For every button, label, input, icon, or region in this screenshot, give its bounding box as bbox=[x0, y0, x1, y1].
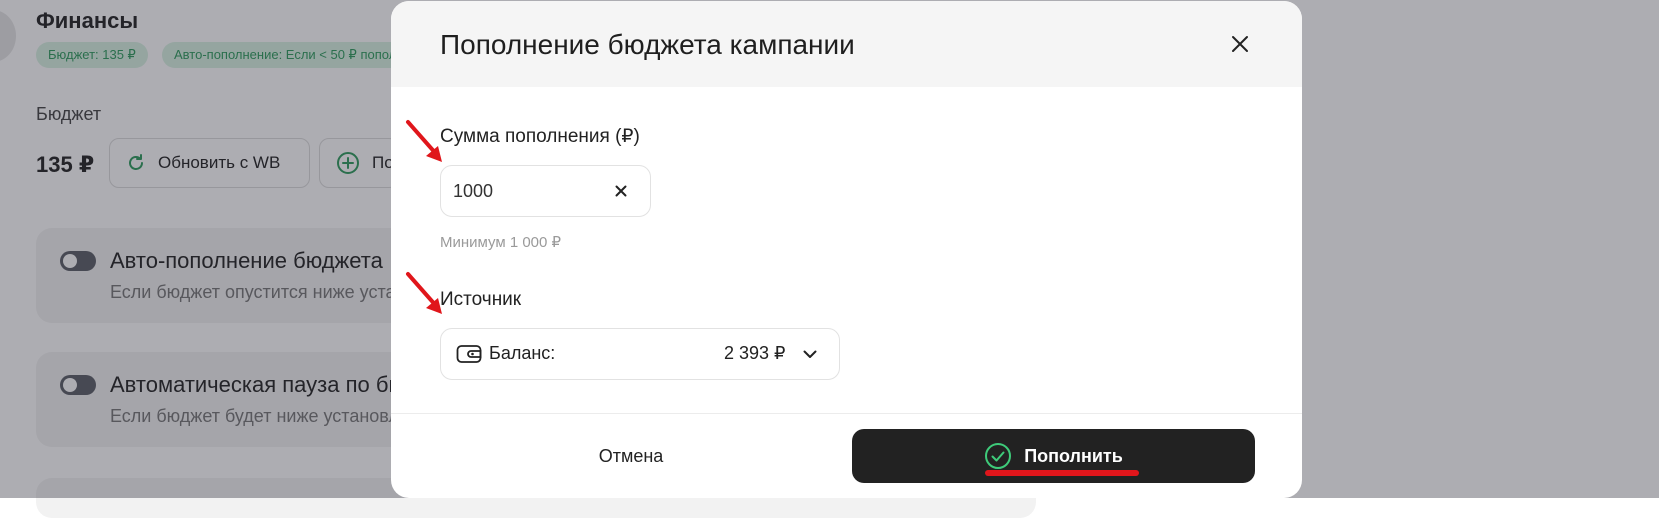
source-label: Источник bbox=[440, 289, 522, 310]
source-name: Баланс: bbox=[489, 343, 556, 363]
clear-icon bbox=[615, 185, 627, 197]
amount-field[interactable] bbox=[440, 165, 651, 217]
amount-label: Сумма пополнения (₽) bbox=[440, 126, 640, 147]
close-button[interactable] bbox=[1226, 30, 1254, 58]
topup-modal: Пополнение бюджета кампании Сумма пополн… bbox=[391, 1, 1302, 498]
footer-divider bbox=[391, 413, 1302, 414]
cancel-button[interactable]: Отмена bbox=[451, 429, 811, 483]
annotation-arrow bbox=[406, 120, 442, 162]
amount-hint: Минимум 1 000 ₽ bbox=[440, 234, 562, 251]
source-amount: 2 393 ₽ bbox=[724, 343, 786, 363]
close-icon bbox=[1232, 36, 1248, 52]
clear-amount-button[interactable] bbox=[609, 179, 633, 203]
wallet-icon bbox=[456, 345, 482, 363]
annotation-underline bbox=[985, 470, 1139, 476]
chevron-down-icon bbox=[803, 350, 817, 358]
amount-input[interactable] bbox=[453, 166, 603, 216]
submit-label: Пополнить bbox=[1024, 445, 1123, 466]
modal-title: Пополнение бюджета кампании bbox=[440, 29, 855, 60]
modal-header: Пополнение бюджета кампании bbox=[391, 1, 1302, 87]
check-circle-icon bbox=[985, 443, 1012, 469]
annotation-arrow bbox=[406, 272, 442, 314]
source-select[interactable]: Баланс: 2 393 ₽ bbox=[440, 328, 840, 380]
